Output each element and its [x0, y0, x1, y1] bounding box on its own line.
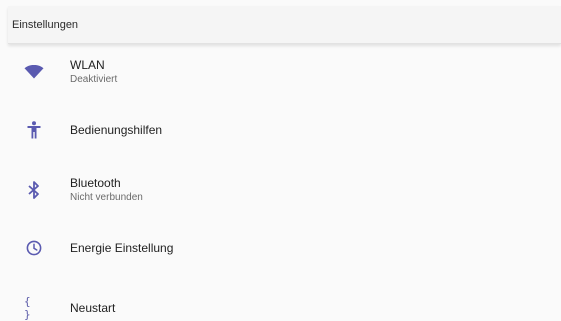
braces-icon: { } [24, 295, 32, 321]
settings-item-subtitle: Nicht verbunden [70, 192, 143, 203]
accessibility-icon [24, 120, 44, 140]
settings-item-bluetooth[interactable]: Bluetooth Nicht verbunden [0, 162, 561, 218]
settings-item-wlan[interactable]: WLAN Deaktiviert [0, 44, 561, 100]
settings-item-accessibility[interactable]: Bedienungshilfen [0, 102, 561, 158]
app-bar: Einstellungen [8, 6, 561, 44]
settings-item-label: Energie Einstellung [70, 240, 174, 255]
settings-item-label: Bedienungshilfen [70, 122, 163, 137]
settings-item-energy[interactable]: Energie Einstellung [0, 220, 561, 276]
bluetooth-icon [24, 180, 44, 200]
page-title: Einstellungen [12, 18, 79, 31]
settings-item-subtitle: Deaktiviert [70, 74, 118, 85]
clock-icon [24, 238, 44, 258]
wifi-icon [24, 62, 44, 82]
settings-item-label: WLAN [70, 58, 105, 72]
settings-screen: Einstellungen WLAN Deaktiviert Bedienung… [0, 0, 561, 321]
settings-item-label: Neustart [70, 300, 116, 315]
settings-item-label: Bluetooth [70, 176, 121, 190]
settings-item-restart[interactable]: { } Neustart [0, 280, 561, 321]
